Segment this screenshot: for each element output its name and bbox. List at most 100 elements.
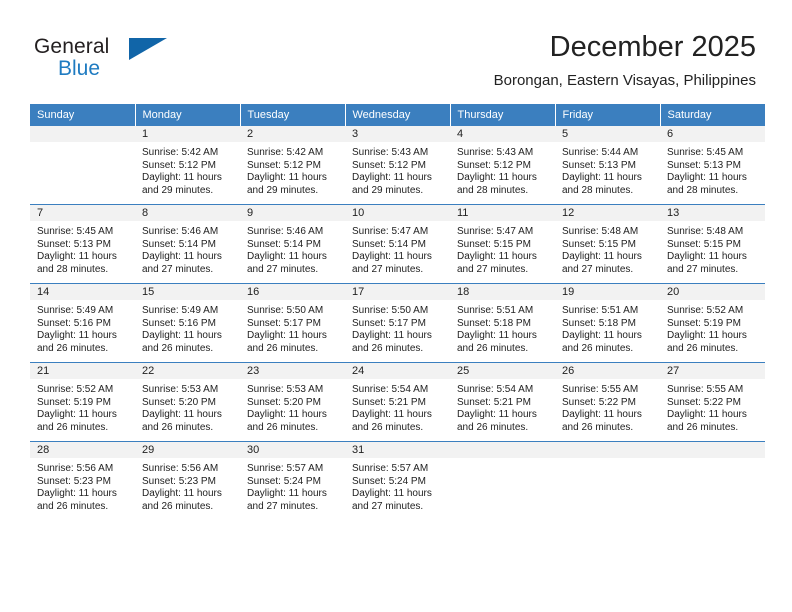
calendar-day-cell[interactable]: 5 Sunrise: 5:44 AM Sunset: 5:13 PM Daylight… (555, 126, 660, 205)
daylight-text-line1: Daylight: 11 hours (667, 330, 747, 342)
day-number: 8 (135, 205, 240, 221)
sunrise-text: Sunrise: 5:46 AM (142, 226, 219, 237)
weekday-header-thursday: Thursday (449, 104, 555, 126)
sunset-text: Sunset: 5:22 PM (562, 396, 636, 408)
calendar-day-cell-empty (30, 126, 135, 205)
calendar-day-cell[interactable]: 26 Sunrise: 5:55 AM Sunset: 5:22 PM Dayligh… (555, 362, 660, 442)
calendar-day-cell[interactable]: 10 Sunrise: 5:47 AM Sunset: 5:14 PM Dayligh… (345, 204, 450, 284)
page-title: December 2025 (549, 31, 756, 63)
day-details: Sunrise: 5:45 AM Sunset: 5:13 PM Daylight:… (660, 142, 765, 197)
daylight-text-line2: and 26 minutes. (37, 500, 109, 512)
calendar-day-cell[interactable]: 13 Sunrise: 5:48 AM Sunset: 5:15 PM Dayligh… (660, 204, 765, 284)
calendar-day-cell[interactable]: 24 Sunrise: 5:54 AM Sunset: 5:21 PM Dayligh… (345, 362, 450, 442)
calendar-day-cell[interactable]: 9 Sunrise: 5:46 AM Sunset: 5:14 PM Daylight… (240, 204, 345, 284)
sunrise-text: Sunrise: 5:45 AM (667, 147, 744, 158)
day-number: 10 (345, 205, 450, 221)
sunset-text: Sunset: 5:16 PM (37, 317, 111, 329)
sunset-text: Sunset: 5:13 PM (562, 159, 636, 171)
sunset-text: Sunset: 5:12 PM (352, 159, 426, 171)
calendar-day-cell[interactable]: 1 Sunrise: 5:42 AM Sunset: 5:12 PM Daylight… (135, 126, 240, 205)
daylight-text-line2: and 26 minutes. (562, 421, 634, 433)
day-number: 22 (135, 363, 240, 379)
daylight-text-line2: and 26 minutes. (352, 421, 424, 433)
calendar-day-cell[interactable]: 7 Sunrise: 5:45 AM Sunset: 5:13 PM Daylight… (30, 204, 135, 284)
sunrise-text: Sunrise: 5:48 AM (667, 226, 744, 237)
sunset-text: Sunset: 5:15 PM (562, 238, 636, 250)
sunset-text: Sunset: 5:24 PM (352, 475, 426, 487)
calendar-day-cell[interactable]: 16 Sunrise: 5:50 AM Sunset: 5:17 PM Dayligh… (240, 283, 345, 363)
sunrise-text: Sunrise: 5:49 AM (142, 305, 219, 316)
day-number: 27 (660, 363, 765, 379)
calendar-day-cell[interactable]: 2 Sunrise: 5:42 AM Sunset: 5:12 PM Daylight… (240, 126, 345, 205)
day-details: Sunrise: 5:51 AM Sunset: 5:18 PM Daylight:… (450, 300, 555, 355)
calendar-day-cell[interactable]: 17 Sunrise: 5:50 AM Sunset: 5:17 PM Dayligh… (345, 283, 450, 363)
calendar-day-cell[interactable]: 3 Sunrise: 5:43 AM Sunset: 5:12 PM Daylight… (345, 126, 450, 205)
daylight-text-line1: Daylight: 11 hours (352, 330, 432, 342)
sunset-text: Sunset: 5:22 PM (667, 396, 741, 408)
day-details: Sunrise: 5:47 AM Sunset: 5:15 PM Daylight:… (450, 221, 555, 276)
daylight-text-line1: Daylight: 11 hours (457, 172, 537, 184)
sunrise-text: Sunrise: 5:48 AM (562, 226, 639, 237)
sunrise-text: Sunrise: 5:51 AM (457, 305, 534, 316)
sunset-text: Sunset: 5:20 PM (247, 396, 321, 408)
daylight-text-line2: and 26 minutes. (667, 342, 739, 354)
sunset-text: Sunset: 5:24 PM (247, 475, 321, 487)
day-number: 2 (240, 126, 345, 142)
calendar-day-cell[interactable]: 29 Sunrise: 5:56 AM Sunset: 5:23 PM Dayligh… (135, 441, 240, 520)
daylight-text-line2: and 28 minutes. (457, 184, 529, 196)
brand-logo[interactable]: General Blue (34, 36, 264, 84)
sunset-text: Sunset: 5:21 PM (352, 396, 426, 408)
sunrise-text: Sunrise: 5:54 AM (352, 384, 429, 395)
calendar-day-cell[interactable]: 15 Sunrise: 5:49 AM Sunset: 5:16 PM Dayligh… (135, 283, 240, 363)
day-details: Sunrise: 5:55 AM Sunset: 5:22 PM Daylight:… (660, 379, 765, 434)
calendar-day-cell[interactable]: 23 Sunrise: 5:53 AM Sunset: 5:20 PM Dayligh… (240, 362, 345, 442)
calendar-day-cell[interactable]: 11 Sunrise: 5:47 AM Sunset: 5:15 PM Dayligh… (450, 204, 555, 284)
calendar-day-cell[interactable]: 25 Sunrise: 5:54 AM Sunset: 5:21 PM Dayligh… (450, 362, 555, 442)
calendar-day-cell[interactable]: 19 Sunrise: 5:51 AM Sunset: 5:18 PM Dayligh… (555, 283, 660, 363)
calendar-day-cell[interactable]: 12 Sunrise: 5:48 AM Sunset: 5:15 PM Dayligh… (555, 204, 660, 284)
daylight-text-line2: and 26 minutes. (562, 342, 634, 354)
daylight-text-line2: and 26 minutes. (352, 342, 424, 354)
calendar-week-row: 14 Sunrise: 5:49 AM Sunset: 5:16 PM Dayligh… (30, 283, 765, 363)
day-number (450, 442, 555, 458)
daylight-text-line1: Daylight: 11 hours (457, 409, 537, 421)
day-details: Sunrise: 5:56 AM Sunset: 5:23 PM Daylight:… (135, 458, 240, 513)
calendar-day-cell[interactable]: 6 Sunrise: 5:45 AM Sunset: 5:13 PM Daylight… (660, 126, 765, 205)
daylight-text-line1: Daylight: 11 hours (37, 251, 117, 263)
calendar-day-cell[interactable]: 31 Sunrise: 5:57 AM Sunset: 5:24 PM Dayligh… (345, 441, 450, 520)
daylight-text-line2: and 27 minutes. (667, 263, 739, 275)
sunset-text: Sunset: 5:12 PM (457, 159, 531, 171)
day-details: Sunrise: 5:48 AM Sunset: 5:15 PM Daylight:… (660, 221, 765, 276)
page-header: General Blue December 2025 Borongan, Eas… (0, 0, 792, 100)
daylight-text-line2: and 26 minutes. (142, 421, 214, 433)
daylight-text-line1: Daylight: 11 hours (247, 488, 327, 500)
calendar-day-cell[interactable]: 22 Sunrise: 5:53 AM Sunset: 5:20 PM Dayligh… (135, 362, 240, 442)
day-number: 7 (30, 205, 135, 221)
calendar-day-cell[interactable]: 20 Sunrise: 5:52 AM Sunset: 5:19 PM Dayligh… (660, 283, 765, 363)
calendar-day-cell[interactable]: 21 Sunrise: 5:52 AM Sunset: 5:19 PM Dayligh… (30, 362, 135, 442)
sunrise-text: Sunrise: 5:50 AM (247, 305, 324, 316)
calendar-day-cell[interactable]: 14 Sunrise: 5:49 AM Sunset: 5:16 PM Dayligh… (30, 283, 135, 363)
calendar-day-cell[interactable]: 8 Sunrise: 5:46 AM Sunset: 5:14 PM Daylight… (135, 204, 240, 284)
day-details: Sunrise: 5:52 AM Sunset: 5:19 PM Daylight:… (30, 379, 135, 434)
day-number: 19 (555, 284, 660, 300)
calendar-week-row: 7 Sunrise: 5:45 AM Sunset: 5:13 PM Daylight… (30, 204, 765, 284)
calendar-day-cell[interactable]: 4 Sunrise: 5:43 AM Sunset: 5:12 PM Daylight… (450, 126, 555, 205)
sunset-text: Sunset: 5:17 PM (247, 317, 321, 329)
sunset-text: Sunset: 5:23 PM (37, 475, 111, 487)
daylight-text-line1: Daylight: 11 hours (247, 172, 327, 184)
day-number: 6 (660, 126, 765, 142)
daylight-text-line2: and 26 minutes. (247, 421, 319, 433)
sunrise-text: Sunrise: 5:56 AM (37, 463, 114, 474)
day-number: 24 (345, 363, 450, 379)
calendar-day-cell[interactable]: 28 Sunrise: 5:56 AM Sunset: 5:23 PM Dayligh… (30, 441, 135, 520)
daylight-text-line1: Daylight: 11 hours (562, 409, 642, 421)
daylight-text-line1: Daylight: 11 hours (457, 251, 537, 263)
day-number: 14 (30, 284, 135, 300)
calendar-day-cell-empty (555, 441, 660, 520)
calendar-day-cell[interactable]: 18 Sunrise: 5:51 AM Sunset: 5:18 PM Dayligh… (450, 283, 555, 363)
page-subtitle: Borongan, Eastern Visayas, Philippines (493, 72, 756, 89)
calendar-day-cell[interactable]: 27 Sunrise: 5:55 AM Sunset: 5:22 PM Dayligh… (660, 362, 765, 442)
calendar-day-cell[interactable]: 30 Sunrise: 5:57 AM Sunset: 5:24 PM Dayligh… (240, 441, 345, 520)
day-details: Sunrise: 5:51 AM Sunset: 5:18 PM Daylight:… (555, 300, 660, 355)
